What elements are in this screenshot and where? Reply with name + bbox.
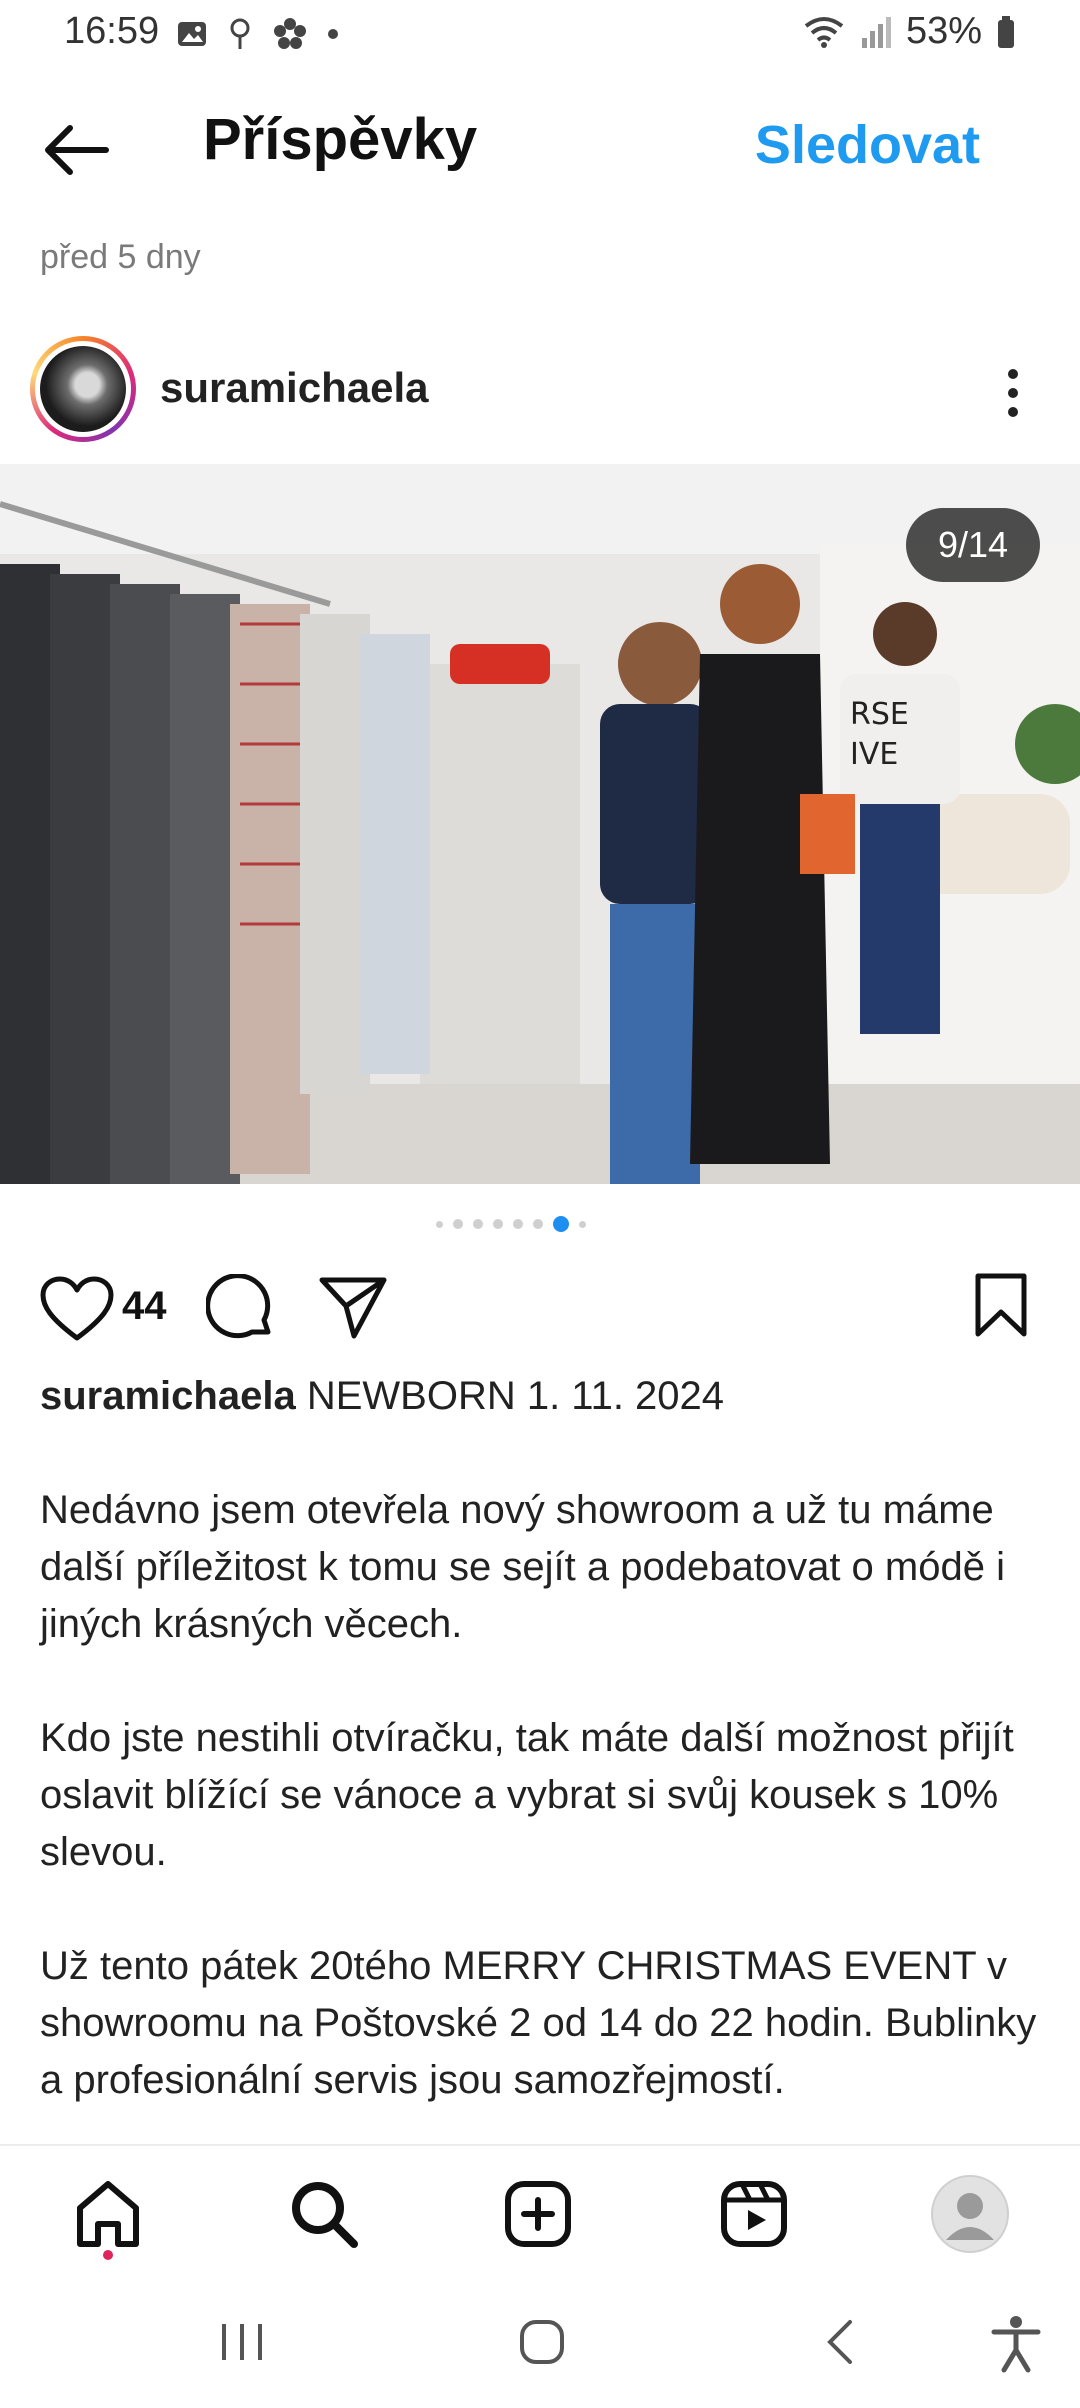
carousel-dot	[436, 1220, 443, 1228]
caption-paragraph: Nedávno jsem otevřela nový showroom a už…	[40, 1488, 1005, 1646]
nav-reels[interactable]	[712, 2172, 796, 2256]
home-circle-icon	[520, 2320, 564, 2364]
carousel-dot	[493, 1219, 503, 1229]
system-nav-bar	[0, 2274, 1080, 2408]
back-system-button[interactable]	[810, 2310, 874, 2374]
back-button[interactable]	[40, 122, 120, 182]
heart-icon	[40, 1276, 114, 1341]
profile-icon	[931, 2175, 1009, 2253]
carousel-indicator	[436, 1216, 586, 1232]
avatar[interactable]	[30, 336, 136, 442]
signal-icon	[861, 16, 891, 48]
svg-text:RSE: RSE	[850, 697, 909, 732]
accessibility-icon	[991, 2316, 1041, 2373]
carousel-dot	[579, 1220, 586, 1228]
flower-icon	[274, 18, 306, 49]
status-icons-left	[176, 16, 340, 52]
status-bar: 16:59 53%	[0, 0, 1080, 72]
share-button[interactable]	[318, 1274, 388, 1340]
nav-home[interactable]	[66, 2172, 150, 2256]
nav-search[interactable]	[282, 2172, 366, 2256]
back-chevron-icon	[827, 2320, 852, 2364]
accessibility-button[interactable]	[984, 2310, 1048, 2374]
top-app-bar: Příspěvky Sledovat	[0, 92, 1080, 202]
caption-paragraph: Kdo jste nestihli otvíračku, tak máte da…	[40, 1716, 1014, 1874]
post-username[interactable]: suramichaela	[160, 364, 429, 412]
recents-icon	[222, 2324, 262, 2360]
status-icons-right: 53%	[802, 10, 1016, 53]
caption-headline: NEWBORN 1. 11. 2024	[306, 1374, 725, 1418]
arrow-left-icon	[45, 125, 109, 175]
reels-icon	[721, 2181, 787, 2247]
carousel-dot	[453, 1219, 463, 1229]
home-icon	[77, 2181, 139, 2247]
status-time: 16:59	[64, 10, 160, 52]
follow-button[interactable]: Sledovat	[755, 114, 980, 176]
carousel-dot	[513, 1219, 523, 1229]
dot-icon	[328, 29, 338, 39]
carousel-dot	[533, 1219, 543, 1229]
post-caption: suramichaela NEWBORN 1. 11. 2024 Nedávno…	[40, 1368, 1050, 2109]
recents-button[interactable]	[210, 2310, 274, 2374]
home-system-button[interactable]	[510, 2310, 574, 2374]
location-icon	[230, 18, 250, 49]
nav-profile[interactable]	[928, 2172, 1012, 2256]
caption-paragraph: Už tento pátek 20tého MERRY CHRISTMAS EV…	[40, 1944, 1037, 2102]
carousel-dot	[473, 1219, 483, 1229]
comment-icon	[205, 1273, 271, 1339]
comment-button[interactable]	[205, 1273, 276, 1344]
search-icon	[292, 2182, 358, 2248]
page-title: Příspěvky	[203, 107, 478, 172]
like-button[interactable]	[40, 1276, 114, 1342]
save-button[interactable]	[972, 1272, 1030, 1338]
notification-dot	[103, 2250, 113, 2260]
battery-percent: 53%	[905, 10, 982, 52]
like-count: 44	[122, 1284, 167, 1328]
image-counter-badge: 9/14	[906, 508, 1040, 582]
carousel-dot-active	[553, 1216, 569, 1232]
nav-create[interactable]	[496, 2172, 580, 2256]
battery-icon	[998, 15, 1014, 48]
create-icon	[505, 2181, 571, 2247]
bottom-nav	[0, 2144, 1080, 2276]
wifi-icon	[804, 16, 844, 48]
post-timeago: před 5 dny	[40, 238, 201, 276]
more-vertical-icon	[1008, 369, 1018, 417]
post-actions: 44	[0, 1262, 1080, 1352]
caption-first-line: suramichaela NEWBORN 1. 11. 2024	[40, 1368, 1050, 1425]
bookmark-icon	[975, 1273, 1027, 1337]
more-options-button[interactable]	[998, 366, 1028, 420]
caption-username[interactable]: suramichaela	[40, 1374, 296, 1418]
image-icon	[178, 22, 206, 46]
svg-text:IVE: IVE	[850, 737, 898, 772]
send-icon	[319, 1277, 387, 1339]
